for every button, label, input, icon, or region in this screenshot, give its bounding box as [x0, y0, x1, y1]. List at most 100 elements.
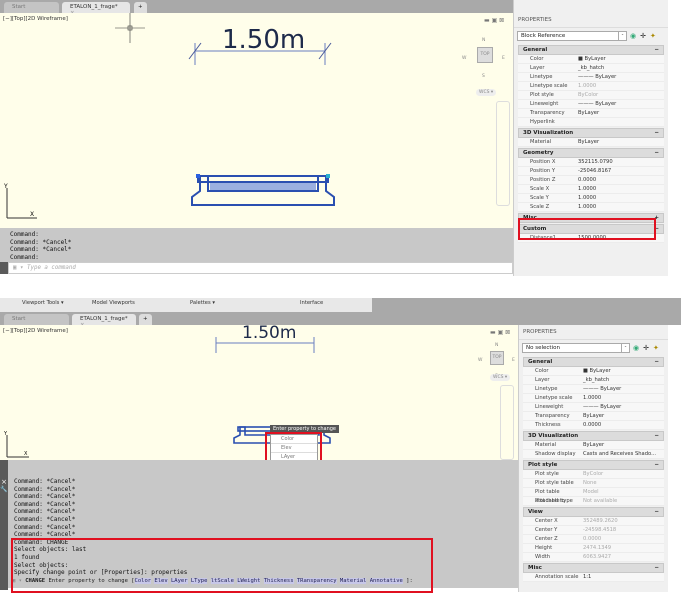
- section-header[interactable]: General −: [523, 357, 664, 367]
- property-row[interactable]: Hyperlink: [518, 118, 664, 127]
- close-icon[interactable]: ×: [0, 478, 8, 486]
- property-row[interactable]: Scale Z 1.0000: [518, 203, 664, 212]
- property-row[interactable]: Center Y -24598.4518: [523, 526, 664, 535]
- property-row[interactable]: Layer _kb_hatch: [518, 64, 664, 73]
- property-value[interactable]: 1.0000: [578, 203, 664, 211]
- property-value[interactable]: 6063.9427: [583, 553, 664, 561]
- property-row[interactable]: Plot style ByColor: [523, 470, 664, 479]
- viewport-controls[interactable]: [−][Top][2D Wireframe]: [3, 328, 68, 334]
- section-header[interactable]: 3D Visualization −: [523, 431, 664, 441]
- tab-start[interactable]: Start: [4, 314, 69, 325]
- property-value[interactable]: 1.0000: [583, 394, 664, 402]
- viewcube[interactable]: N W E S TOP: [462, 38, 508, 84]
- property-value[interactable]: ——— ByLayer: [578, 73, 664, 81]
- property-row[interactable]: Position X 352115.0790: [518, 158, 664, 167]
- section-toggle-icon[interactable]: −: [654, 509, 659, 515]
- viewcube-west[interactable]: W: [462, 56, 466, 61]
- property-value[interactable]: ByLayer: [583, 441, 664, 449]
- property-value[interactable]: 352489.2620: [583, 517, 664, 525]
- property-value[interactable]: ——— ByLayer: [583, 403, 664, 411]
- property-value[interactable]: -25046.8167: [578, 167, 664, 175]
- property-row[interactable]: Scale X 1.0000: [518, 185, 664, 194]
- select-objects-icon[interactable]: ✛: [643, 344, 649, 352]
- viewport-controls[interactable]: [−][Top][2D Wireframe]: [3, 16, 68, 22]
- property-row[interactable]: Scale Y 1.0000: [518, 194, 664, 203]
- property-value[interactable]: 1.0000: [578, 82, 664, 90]
- property-row[interactable]: Material ByLayer: [523, 441, 664, 450]
- section-toggle-icon[interactable]: −: [654, 565, 659, 571]
- property-row[interactable]: Lineweight ——— ByLayer: [518, 100, 664, 109]
- viewport-window-controls[interactable]: ▬ ▣ ⊠: [490, 329, 510, 336]
- property-row[interactable]: Height 2474.1349: [523, 544, 664, 553]
- property-value[interactable]: -24598.4518: [583, 526, 664, 534]
- ribbon-palettes[interactable]: Palettes ▾: [190, 300, 215, 306]
- property-row[interactable]: Thickness 0.0000: [523, 421, 664, 430]
- viewcube-top-face[interactable]: TOP: [490, 351, 504, 365]
- property-row[interactable]: Transparency ByLayer: [523, 412, 664, 421]
- property-row[interactable]: Position Z 0.0000: [518, 176, 664, 185]
- property-value[interactable]: 352115.0790: [578, 158, 664, 166]
- property-row[interactable]: Shadow display Casts and Receives Shado..…: [523, 450, 664, 459]
- property-row[interactable]: Color ■ ByLayer: [518, 55, 664, 64]
- section-header[interactable]: Misc −: [523, 563, 664, 573]
- section-toggle-icon[interactable]: −: [654, 359, 659, 365]
- property-value[interactable]: Model: [583, 488, 664, 496]
- wcs-menu[interactable]: WCS ▾: [490, 374, 511, 381]
- ribbon-model-viewports[interactable]: Model Viewports: [92, 300, 135, 306]
- property-row[interactable]: Linetype scale 1.0000: [523, 394, 664, 403]
- hatch-block[interactable]: [188, 173, 338, 209]
- viewcube-top-face[interactable]: TOP: [477, 47, 493, 63]
- property-value[interactable]: ByColor: [578, 91, 664, 99]
- command-line-handle[interactable]: × 🔧: [0, 460, 8, 590]
- property-row[interactable]: Linetype ——— ByLayer: [523, 385, 664, 394]
- viewcube-east[interactable]: E: [502, 56, 505, 61]
- section-toggle-icon[interactable]: −: [654, 433, 659, 439]
- command-input[interactable]: ▣ ▾ Type a command: [8, 262, 513, 274]
- property-value[interactable]: None: [583, 479, 664, 487]
- property-value[interactable]: 0.0000: [578, 176, 664, 184]
- section-header[interactable]: Geometry −: [518, 148, 664, 158]
- property-row[interactable]: Layer _kb_hatch: [523, 376, 664, 385]
- property-value[interactable]: ByLayer: [578, 138, 664, 146]
- viewcube-north[interactable]: N: [495, 343, 498, 348]
- property-value[interactable]: 2474.1349: [583, 544, 664, 552]
- section-toggle-icon[interactable]: −: [654, 462, 659, 468]
- new-tab-button[interactable]: +: [134, 2, 147, 13]
- property-value[interactable]: 0.0000: [583, 535, 664, 543]
- property-value[interactable]: 1:1: [583, 573, 664, 581]
- drawing-canvas[interactable]: [−][Top][2D Wireframe] 1.50m YX ▬ ▣ ⊠ N …: [0, 323, 518, 460]
- drawing-canvas[interactable]: [−][Top][2D Wireframe] 1.50m YX ▬ ▣ ⊠ N …: [0, 13, 513, 228]
- selection-dropdown[interactable]: Block Reference -: [517, 31, 627, 41]
- tab-file[interactable]: ETALON_1_frage* ×: [62, 2, 130, 16]
- viewport-window-controls[interactable]: ▬ ▣ ⊠: [484, 17, 504, 24]
- property-row[interactable]: Width 6063.9427: [523, 553, 664, 562]
- property-value[interactable]: ■ ByLayer: [578, 55, 664, 63]
- navigation-bar[interactable]: [496, 101, 510, 206]
- property-value[interactable]: _kb_hatch: [583, 376, 664, 384]
- selection-dropdown[interactable]: No selection -: [522, 343, 630, 353]
- property-row[interactable]: Color ■ ByLayer: [523, 367, 664, 376]
- section-toggle-icon[interactable]: −: [654, 47, 659, 53]
- property-value[interactable]: 0.0000: [583, 421, 664, 429]
- quick-select-icon[interactable]: ✦: [650, 32, 656, 40]
- ribbon-viewport-tools[interactable]: Viewport Tools ▾: [22, 300, 64, 306]
- property-row[interactable]: Transparency ByLayer: [518, 109, 664, 118]
- new-tab-button[interactable]: +: [139, 314, 152, 325]
- viewcube-south[interactable]: S: [482, 74, 485, 79]
- property-row[interactable]: Material ByLayer: [518, 138, 664, 147]
- viewcube-west[interactable]: W: [478, 358, 482, 363]
- property-value[interactable]: [578, 118, 664, 126]
- section-header[interactable]: View −: [523, 507, 664, 517]
- section-header[interactable]: 3D Visualization −: [518, 128, 664, 138]
- customize-wrench-icon[interactable]: 🔧: [0, 486, 8, 493]
- property-row[interactable]: Linetype scale 1.0000: [518, 82, 664, 91]
- property-row[interactable]: Center X 352489.2620: [523, 517, 664, 526]
- property-row[interactable]: Annotation scale 1:1: [523, 573, 664, 582]
- property-row[interactable]: Linetype ——— ByLayer: [518, 73, 664, 82]
- tab-start[interactable]: Start: [4, 2, 59, 13]
- property-value[interactable]: ByColor: [583, 470, 664, 478]
- property-value[interactable]: ByLayer: [578, 109, 664, 117]
- property-row[interactable]: Position Y -25046.8167: [518, 167, 664, 176]
- wcs-menu[interactable]: WCS ▾: [476, 89, 497, 96]
- property-row[interactable]: Plot style table None: [523, 479, 664, 488]
